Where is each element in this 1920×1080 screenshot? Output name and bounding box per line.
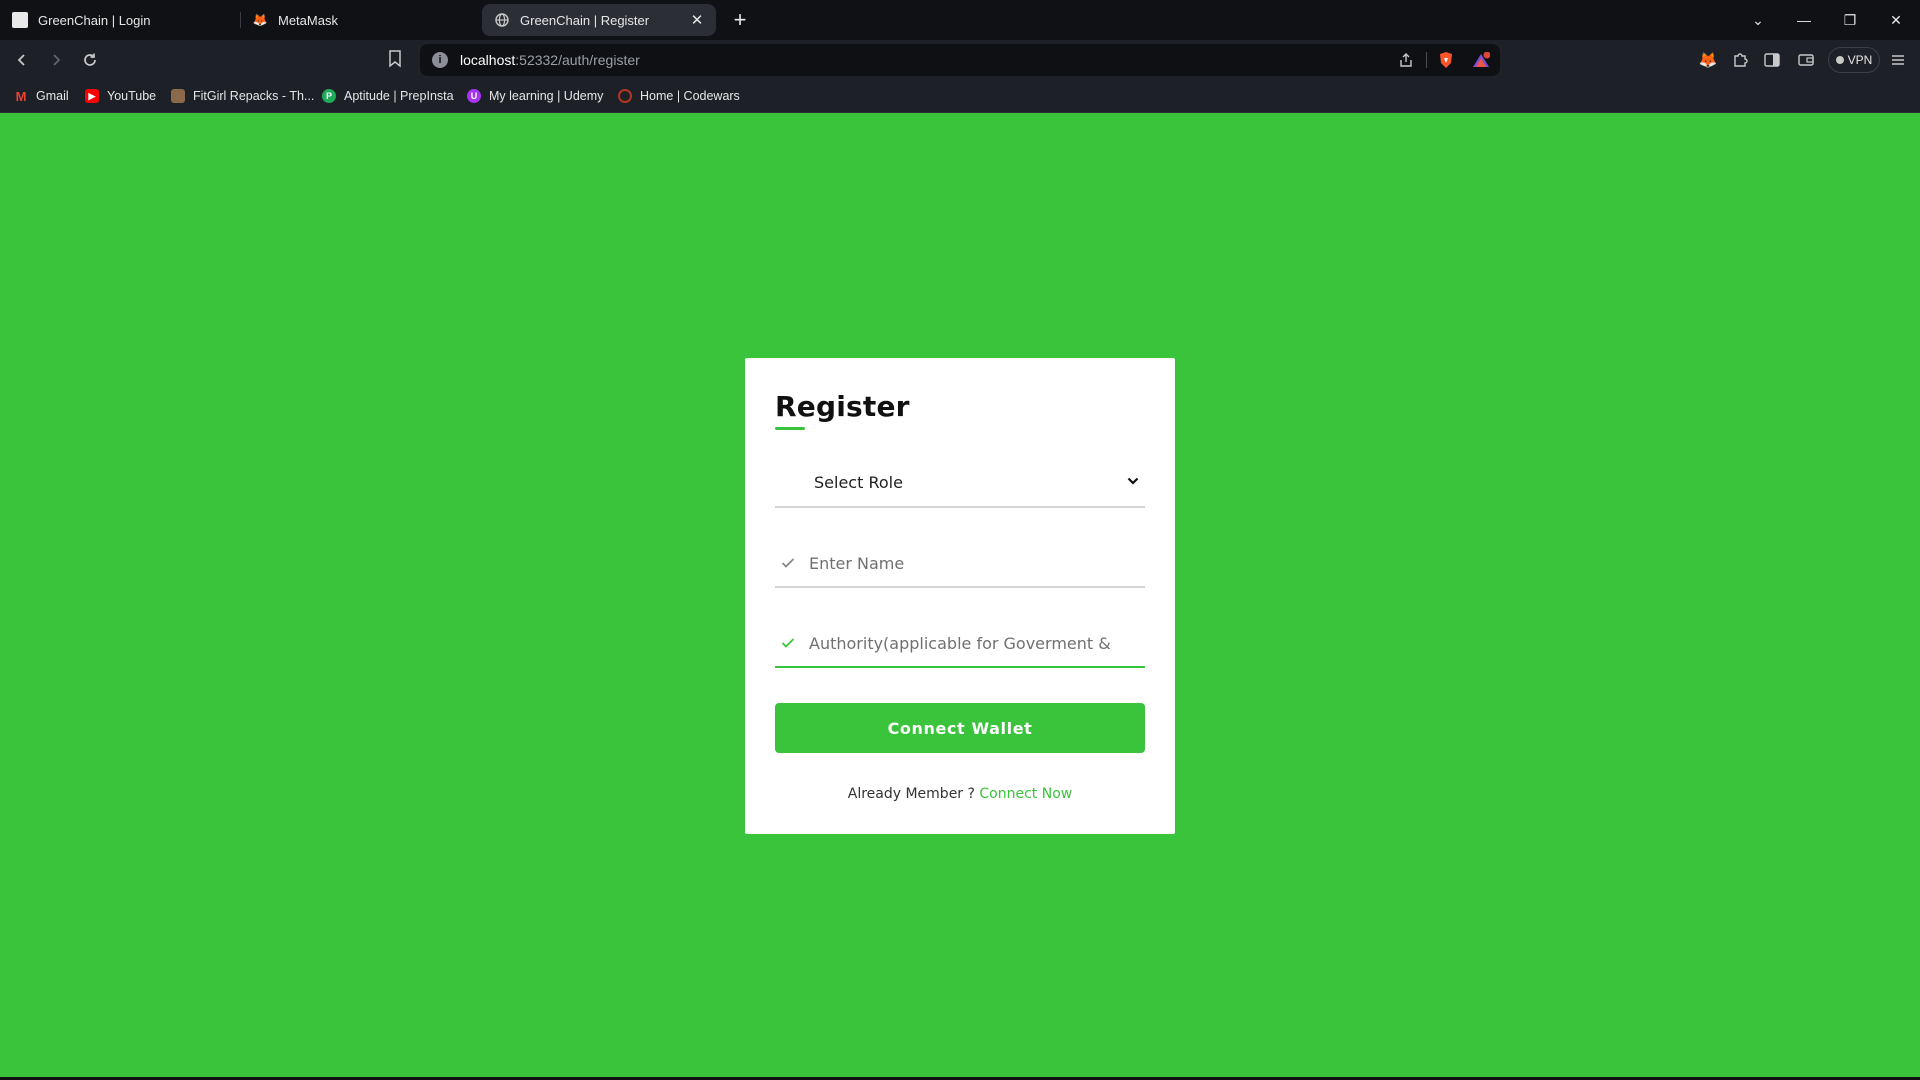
authority-input[interactable]	[809, 630, 1139, 656]
bookmark-icon[interactable]	[388, 50, 404, 70]
browser-toolbar: i localhost:52332/auth/register 🦊 VPN	[0, 40, 1920, 79]
chevron-down-icon	[1125, 472, 1141, 490]
back-arrow-icon[interactable]	[10, 48, 34, 72]
fitgirl-icon	[171, 89, 185, 103]
wallet-icon[interactable]	[1794, 48, 1818, 72]
restore-icon[interactable]: ❐	[1832, 6, 1868, 34]
page-icon	[12, 12, 28, 28]
title-underline	[775, 427, 805, 430]
new-tab-button[interactable]: +	[726, 6, 754, 34]
metamask-extension-icon[interactable]: 🦊	[1696, 48, 1720, 72]
name-field	[775, 538, 1145, 588]
check-icon	[779, 634, 797, 652]
tab-title: GreenChain | Login	[38, 12, 151, 28]
close-icon[interactable]: ✕	[688, 11, 706, 29]
name-input[interactable]	[809, 550, 1139, 576]
tab-metamask[interactable]: 🦊 MetaMask	[240, 4, 480, 36]
tab-title: GreenChain | Register	[520, 12, 650, 28]
already-member-line: Already Member ? Connect Now	[745, 786, 1175, 802]
youtube-icon: ▶	[85, 89, 99, 103]
url-text[interactable]: localhost:52332/auth/register	[460, 52, 640, 68]
role-select[interactable]: Select Role	[775, 458, 1145, 508]
extensions-icon[interactable]	[1728, 48, 1752, 72]
authority-field	[775, 618, 1145, 668]
register-card: Register Select Role Connect Wallet Alre…	[745, 358, 1175, 834]
connect-wallet-button[interactable]: Connect Wallet	[775, 703, 1145, 753]
connect-now-link[interactable]: Connect Now	[979, 786, 1072, 802]
page-background: Register Select Role Connect Wallet Alre…	[0, 113, 1920, 1077]
separator	[1426, 52, 1427, 68]
address-bar[interactable]: i localhost:52332/auth/register	[420, 44, 1500, 76]
bookmark-gmail[interactable]: M Gmail	[14, 87, 69, 105]
bookmark-prepinsta[interactable]: P Aptitude | PrepInsta	[322, 87, 454, 105]
minimize-icon[interactable]: —	[1786, 6, 1822, 34]
globe-icon	[494, 12, 510, 28]
bookmark-fitgirl[interactable]: FitGirl Repacks - Th...	[171, 87, 314, 105]
sidebar-icon[interactable]	[1760, 48, 1784, 72]
already-member-text: Already Member ?	[847, 786, 980, 802]
site-info-icon[interactable]: i	[432, 52, 448, 68]
reload-icon[interactable]	[78, 48, 102, 72]
bookmark-youtube[interactable]: ▶ YouTube	[85, 87, 156, 105]
tab-greenchain-register[interactable]: GreenChain | Register ✕	[482, 4, 716, 36]
udemy-icon: U	[467, 89, 481, 103]
gmail-icon: M	[15, 88, 27, 104]
brave-shields-icon[interactable]	[1436, 51, 1456, 69]
bookmark-codewars[interactable]: Home | Codewars	[618, 87, 740, 105]
menu-hamburger-icon[interactable]	[1886, 48, 1910, 72]
tab-greenchain-login[interactable]: GreenChain | Login	[0, 4, 240, 36]
bookmarks-bar: M Gmail ▶ YouTube FitGirl Repacks - Th..…	[0, 79, 1920, 113]
window-close-icon[interactable]: ✕	[1878, 6, 1914, 34]
brave-rewards-icon[interactable]	[1470, 51, 1492, 69]
tab-strip: GreenChain | Login 🦊 MetaMask GreenChain…	[0, 0, 1920, 40]
metamask-fox-icon: 🦊	[252, 13, 268, 27]
bookmark-udemy[interactable]: U My learning | Udemy	[467, 87, 603, 105]
role-select-value: Select Role	[814, 473, 903, 492]
page-title: Register	[775, 390, 910, 423]
tab-title: MetaMask	[278, 12, 338, 28]
vpn-status-icon	[1835, 56, 1844, 64]
forward-arrow-icon[interactable]	[44, 48, 68, 72]
vpn-button[interactable]: VPN	[1828, 47, 1880, 73]
codewars-icon	[618, 89, 632, 103]
prepinsta-icon: P	[322, 89, 336, 103]
tab-search-chevron-down-icon[interactable]: ⌄	[1740, 6, 1776, 34]
share-icon[interactable]	[1396, 51, 1416, 69]
check-icon	[779, 554, 797, 572]
